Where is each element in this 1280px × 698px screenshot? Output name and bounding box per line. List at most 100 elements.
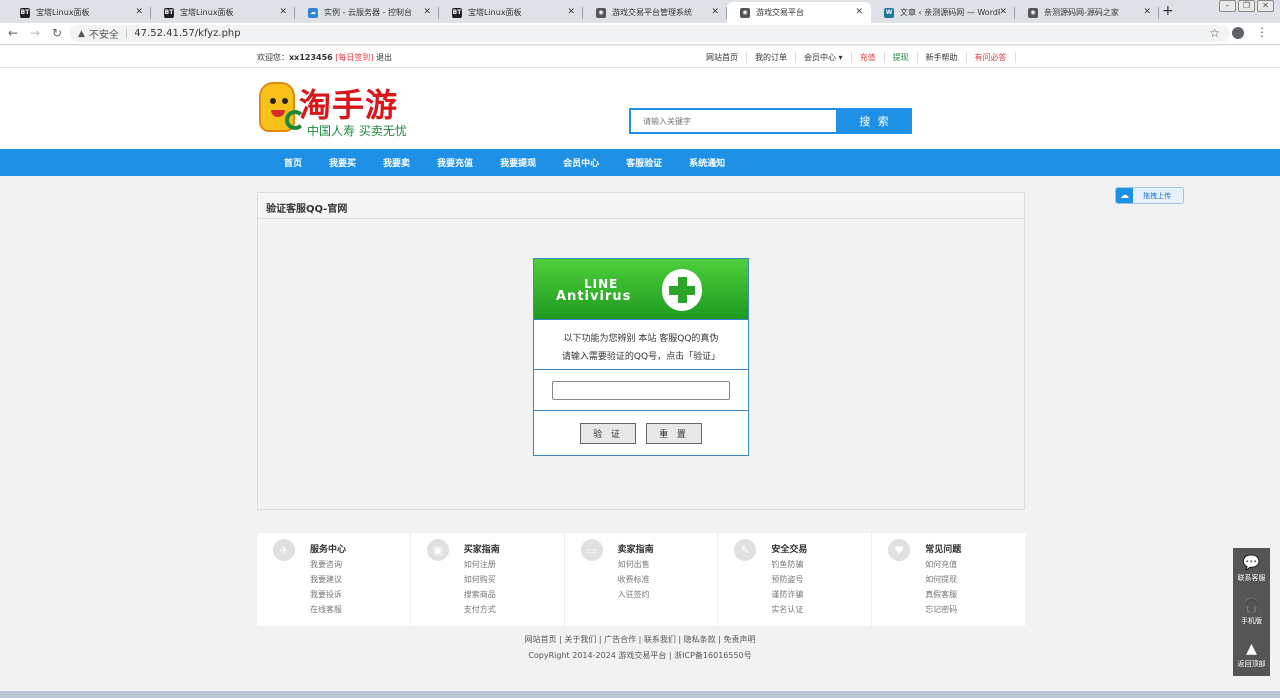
footer-link[interactable]: 支付方式 (464, 602, 496, 617)
footer-link[interactable]: 实名认证 (771, 602, 803, 617)
qq-number-input[interactable] (552, 380, 730, 400)
floating-sidebar: 💬 联系客服 🎧 手机版 ▲ 返回顶部 (1233, 548, 1270, 676)
browser-tab[interactable]: BT 宝塔Linux面板 ✕ (439, 2, 583, 23)
site-logo[interactable]: 淘手游 中国人寿 买卖无忧 (259, 80, 429, 140)
headset-icon: 🎧 (1242, 598, 1261, 614)
nav-item[interactable]: 我要卖 (374, 156, 419, 169)
close-window-icon[interactable]: ✕ (1257, 0, 1274, 12)
nav-item[interactable]: 客服验证 (617, 156, 671, 169)
footer-link[interactable]: 如何购买 (464, 572, 496, 587)
restore-icon[interactable]: ❐ (1238, 0, 1255, 12)
footer-link[interactable]: 如何出售 (618, 557, 650, 572)
daily-signin-link[interactable]: [每日签到] (335, 53, 373, 62)
browser-tab[interactable]: ◉ 亲测源码网-源码之家 ✕ (1015, 2, 1159, 23)
footer-link-list: 我要咨询 我要建议 我要投诉 在线客服 (310, 557, 342, 617)
top-link[interactable]: 充值 (852, 52, 885, 63)
tab-title: 实例 - 云服务器 - 控制台 (324, 8, 412, 17)
footer-column-title: 安全交易 (771, 545, 808, 555)
footer-link[interactable]: 谨防诈骗 (771, 587, 803, 602)
close-tab-icon[interactable]: ✕ (567, 7, 575, 17)
top-link[interactable]: 我的订单 (747, 52, 796, 63)
card-icon: ▭ (580, 539, 603, 561)
close-tab-icon[interactable]: ✕ (1143, 7, 1151, 17)
top-link[interactable]: 有问必答 (967, 52, 1016, 63)
sidebar-item[interactable]: ▲ 返回顶部 (1233, 633, 1270, 676)
minimize-icon[interactable]: – (1219, 0, 1236, 12)
verify-box: LINE Antivirus 以下功能为您辨别 本站 客服QQ的真伪 请输入需要… (533, 258, 749, 456)
bookmark-star-icon[interactable]: ☆ (1209, 26, 1220, 40)
footer-link[interactable]: 如何充值 (925, 557, 957, 572)
close-tab-icon[interactable]: ✕ (855, 7, 863, 17)
new-tab-button[interactable]: + (1162, 3, 1174, 19)
footer-link[interactable]: 忘记密码 (925, 602, 957, 617)
omnibox[interactable]: ▲ 不安全 | 47.52.41.57/kfyz.php (70, 25, 1230, 42)
security-label: 不安全 (88, 30, 119, 41)
logout-link[interactable]: 退出 (376, 53, 392, 62)
tab-title: 文章 ‹ 亲测源码网 — WordPress (900, 8, 1000, 17)
browser-tab[interactable]: BT 宝塔Linux面板 ✕ (7, 2, 151, 23)
chat-icon: 💬 (1242, 555, 1261, 572)
footer-link[interactable]: 在线客服 (310, 602, 342, 617)
instruction-line2: 请输入需要验证的QQ号，点击「验证」 (561, 352, 721, 362)
forward-icon[interactable]: → (30, 26, 40, 40)
browser-tab[interactable]: BT 宝塔Linux面板 ✕ (151, 2, 295, 23)
footer-link[interactable]: 钓鱼防骗 (771, 557, 803, 572)
search-input[interactable] (629, 108, 838, 134)
footer-column: ▣ 买家指南 如何注册 如何购买 搜索商品 支付方式 (411, 533, 565, 626)
footer-link[interactable]: 我要咨询 (310, 557, 342, 572)
page-content: 欢迎您：xx123456 [每日签到] 退出 网站首页 我的订单 会员中心 ▾ 充值提… (0, 46, 1280, 698)
top-link[interactable]: 提现 (885, 52, 918, 63)
back-icon[interactable]: ← (8, 26, 18, 40)
footer-link[interactable]: 真假客服 (925, 587, 957, 602)
browser-menu-icon[interactable]: ⋮ (1256, 25, 1268, 39)
search-button[interactable]: 搜 索 (838, 108, 912, 134)
divider: | (124, 28, 129, 39)
browser-tab[interactable]: W 文章 ‹ 亲测源码网 — WordPress✕ (871, 2, 1015, 23)
nav-item[interactable]: 首页 (275, 156, 311, 169)
sidebar-item[interactable]: 💬 联系客服 (1233, 548, 1270, 591)
browser-tab[interactable]: ◉ 游戏交易平台 ✕ (727, 2, 871, 23)
footer-links[interactable]: 网站首页 | 关于我们 | 广告合作 | 联系我们 | 隐私条款 | 免责声明 (0, 634, 1280, 645)
footer-link[interactable]: 我要建议 (310, 572, 342, 587)
close-tab-icon[interactable]: ✕ (999, 7, 1007, 17)
footer-link[interactable]: 如何注册 (464, 557, 496, 572)
footer-link[interactable]: 收费标准 (618, 572, 650, 587)
antivirus-banner: LINE Antivirus (534, 259, 748, 320)
top-link[interactable]: 新手帮助 (918, 52, 967, 63)
logo-main-text: 淘手游 (299, 86, 399, 124)
nav-item[interactable]: 我要提现 (491, 156, 545, 169)
footer-link[interactable]: 预防盗号 (771, 572, 803, 587)
reset-button[interactable]: 重 置 (646, 422, 702, 444)
footer-link-list: 如何注册 如何购买 搜索商品 支付方式 (464, 557, 496, 617)
account-icon[interactable] (1232, 27, 1244, 39)
top-links: 网站首页 我的订单 会员中心 ▾ 充值 提现 新手帮助 有问必答 (698, 52, 1016, 63)
browser-tab-strip: BT 宝塔Linux面板 ✕ BT 宝塔Linux面板 ✕ ☁ 实例 - 云服务器 - 控制台… (0, 0, 1280, 23)
footer-link[interactable]: 如何提现 (925, 572, 957, 587)
wrench-icon: ✎ (734, 539, 757, 561)
nav-item[interactable]: 会员中心 (554, 156, 608, 169)
close-tab-icon[interactable]: ✕ (423, 7, 431, 17)
browser-tab[interactable]: ☁ 实例 - 云服务器 - 控制台 ✕ (295, 2, 439, 23)
nav-item[interactable]: 我要买 (320, 156, 365, 169)
username: xx123456 (289, 53, 333, 62)
reload-icon[interactable]: ↻ (52, 26, 62, 40)
sidebar-item[interactable]: 🎧 手机版 (1233, 591, 1270, 634)
nav-item[interactable]: 我要充值 (428, 156, 482, 169)
top-link[interactable]: 网站首页 (698, 52, 747, 63)
tab-title: 游戏交易平台管理系统 (612, 8, 692, 17)
footer-link[interactable]: 我要投诉 (310, 587, 342, 602)
panel-title: 验证客服QQ-官网 (258, 193, 1024, 219)
close-tab-icon[interactable]: ✕ (711, 7, 719, 17)
footer-link[interactable]: 入驻签约 (618, 587, 650, 602)
nav-item[interactable]: 系统通知 (680, 156, 734, 169)
browser-tab[interactable]: ◉ 游戏交易平台管理系统 ✕ (583, 2, 727, 23)
verify-button[interactable]: 验 证 (580, 422, 636, 444)
drag-upload-button[interactable]: ☁ 拖拽上传 (1115, 187, 1184, 204)
footer-link[interactable]: 搜索商品 (464, 587, 496, 602)
close-tab-icon[interactable]: ✕ (135, 7, 143, 17)
close-tab-icon[interactable]: ✕ (279, 7, 287, 17)
footer-link-list: 如何出售 收费标准 入驻签约 (618, 557, 650, 602)
top-link[interactable]: 会员中心 ▾ (796, 52, 852, 63)
footer-column: ✈ 服务中心 我要咨询 我要建议 我要投诉 在线客服 (257, 533, 411, 626)
main-navigation: 首页 我要买 我要卖 我要充值 我要提现 会员中心 客服验证 系统通知 (0, 149, 1280, 176)
